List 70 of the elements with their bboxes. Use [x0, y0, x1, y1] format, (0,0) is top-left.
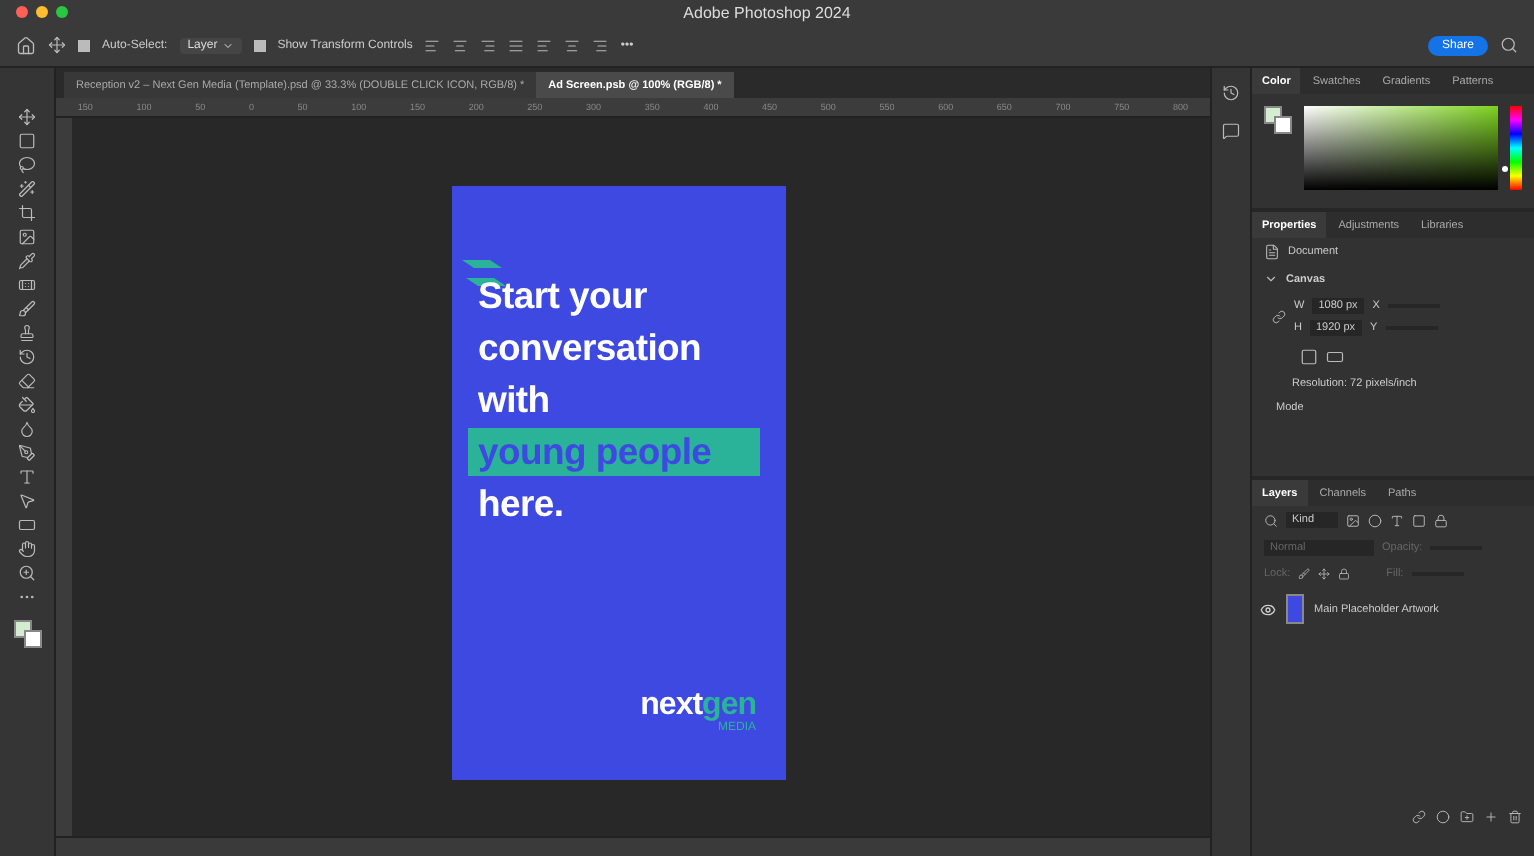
history-brush-icon[interactable] [18, 348, 36, 366]
selection-tool-icon[interactable] [18, 492, 36, 510]
document-icon [1264, 244, 1280, 260]
crop-tool-icon[interactable] [18, 204, 36, 222]
close-button[interactable] [16, 6, 28, 18]
pen-tool-icon[interactable] [18, 444, 36, 462]
delete-icon[interactable] [1508, 810, 1522, 824]
link-icon[interactable] [1272, 310, 1286, 324]
distribute-icon[interactable] [536, 37, 553, 53]
new-group-icon[interactable] [1460, 810, 1474, 824]
landscape-icon[interactable] [1326, 348, 1344, 366]
zoom-button[interactable] [56, 6, 68, 18]
distribute-center-icon[interactable] [564, 37, 581, 53]
brush-tool-icon[interactable] [18, 300, 36, 318]
hand-tool-icon[interactable] [18, 540, 36, 558]
eraser-tool-icon[interactable] [18, 372, 36, 390]
home-icon[interactable] [16, 35, 36, 55]
lasso-tool-icon[interactable] [18, 156, 36, 174]
chevron-down-icon [221, 39, 234, 51]
layer-thumbnail [1286, 594, 1304, 624]
search-icon[interactable] [1500, 36, 1518, 54]
move-tool-icon[interactable] [48, 36, 66, 54]
transform-checkbox[interactable] [253, 39, 266, 51]
type-tool-icon[interactable] [18, 468, 36, 486]
color-field[interactable] [1303, 106, 1499, 190]
disclosure-icon[interactable] [1264, 272, 1278, 286]
headline-text: conversation [478, 324, 704, 372]
distribute-right-icon[interactable] [592, 37, 609, 53]
highlighted-text: young people [468, 428, 760, 476]
lock-all-icon[interactable] [1338, 568, 1351, 580]
hue-thumb[interactable] [1502, 165, 1509, 172]
window-title: Adobe Photoshop 2024 [683, 3, 851, 21]
lock-filter-icon[interactable] [1434, 513, 1448, 527]
lock-position-icon[interactable] [1318, 568, 1331, 580]
shape-filter-icon[interactable] [1412, 513, 1426, 527]
portrait-icon[interactable] [1300, 348, 1318, 366]
logo-text: nextgen [640, 690, 756, 722]
frame-tool-icon[interactable] [18, 228, 36, 246]
auto-select-checkbox[interactable] [78, 39, 90, 51]
bandage-tool-icon[interactable] [18, 276, 36, 294]
comments-icon[interactable] [1222, 122, 1240, 140]
color-swatches-icon[interactable] [13, 620, 41, 648]
eyedropper-tool-icon[interactable] [18, 252, 36, 270]
align-left-icon[interactable] [424, 37, 441, 53]
blur-tool-icon[interactable] [18, 420, 36, 438]
wand-tool-icon[interactable] [18, 180, 36, 198]
visibility-icon[interactable] [1260, 601, 1276, 617]
zoom-tool-icon[interactable] [18, 564, 36, 582]
headline-text: here. [478, 480, 566, 528]
search-icon[interactable] [1264, 513, 1278, 527]
adjustment-icon[interactable] [1436, 810, 1450, 824]
move-tool-icon[interactable] [18, 108, 36, 126]
type-filter-icon[interactable] [1390, 513, 1404, 527]
history-icon[interactable] [1222, 84, 1240, 102]
headline-text: Start your [478, 272, 649, 320]
shape-tool-icon[interactable] [18, 516, 36, 534]
minimize-button[interactable] [36, 6, 48, 18]
stamp-tool-icon[interactable] [18, 324, 36, 342]
image-filter-icon[interactable] [1346, 513, 1360, 527]
align-justify-icon[interactable] [508, 37, 525, 53]
headline-text: with [478, 376, 552, 424]
align-center-icon[interactable] [452, 37, 469, 53]
new-layer-icon[interactable] [1484, 810, 1498, 824]
lock-pixels-icon[interactable] [1298, 568, 1311, 580]
bucket-tool-icon[interactable] [18, 396, 36, 414]
adjustment-filter-icon[interactable] [1368, 513, 1382, 527]
color-swatches-icon[interactable] [1264, 106, 1292, 134]
marquee-tool-icon[interactable] [18, 132, 36, 150]
link-layers-icon[interactable] [1412, 810, 1426, 824]
align-right-icon[interactable] [480, 37, 497, 53]
